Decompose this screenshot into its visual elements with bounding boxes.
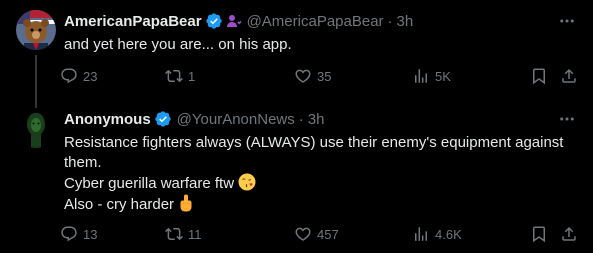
middle-finger-emoji-icon: [180, 194, 192, 212]
tweet-header: Anonymous @YourAnonNews · 3h: [64, 109, 324, 129]
tweet-text-line: them.: [64, 154, 102, 171]
action-bar: 23 1 35 5K: [60, 66, 582, 86]
author-handle[interactable]: @YourAnonNews: [177, 111, 295, 128]
share-upload-icon: [562, 68, 576, 83]
reply-button[interactable]: 23: [60, 66, 97, 86]
author-name[interactable]: Anonymous: [64, 111, 151, 128]
bar-chart-icon: [415, 69, 427, 83]
more-options-button[interactable]: [557, 11, 577, 31]
tweet-text-line: Also - cry harder: [64, 194, 573, 215]
timestamp[interactable]: 3h: [308, 111, 325, 128]
reply-button[interactable]: 13: [60, 224, 97, 244]
tweet-text-line: Resistance fighters always (ALWAYS) use …: [64, 134, 564, 151]
retweet-button[interactable]: 11: [165, 224, 202, 244]
retweet-count: 1: [188, 68, 196, 84]
share-button[interactable]: [560, 66, 578, 86]
tweet-text: Resistance fighters always (ALWAYS) use …: [64, 133, 573, 215]
like-count: 35: [317, 68, 332, 84]
like-button[interactable]: 35: [294, 66, 331, 86]
author-handle[interactable]: @AmericaPapaBear: [247, 13, 384, 30]
share-upload-icon: [562, 226, 576, 241]
tweet[interactable]: Anonymous @YourAnonNews · 3h Resistance …: [0, 100, 593, 253]
bookmark-icon: [533, 68, 545, 85]
heart-icon: [295, 69, 311, 83]
more-dots-icon: [560, 117, 574, 121]
reply-count: 23: [83, 68, 98, 84]
separator-dot: ·: [298, 110, 304, 128]
retweet-icon: [165, 69, 183, 83]
verified-badge-icon: [205, 13, 222, 29]
bookmark-button[interactable]: [530, 224, 548, 244]
reply-icon: [61, 226, 77, 242]
kiss-face-emoji-icon: [238, 173, 256, 191]
bookmark-button[interactable]: [530, 66, 548, 86]
more-dots-icon: [560, 19, 574, 23]
bar-chart-icon: [415, 227, 427, 241]
retweet-count: 11: [188, 226, 202, 242]
avatar[interactable]: [16, 10, 56, 50]
more-options-button[interactable]: [557, 109, 577, 129]
anonymous-mask-avatar-icon: [16, 108, 56, 148]
view-count: 5K: [435, 68, 451, 84]
verified-badge-icon: [154, 111, 171, 127]
reply-icon: [61, 68, 77, 84]
tweet-text-segment: Also - cry harder: [64, 196, 175, 213]
reply-count: 13: [83, 226, 98, 242]
heart-icon: [295, 227, 311, 241]
tweet-text-line: and yet here you are... on his app.: [64, 36, 292, 53]
tweet-text-line: Cyber guerilla warfare ftw: [64, 173, 573, 194]
share-button[interactable]: [560, 224, 578, 244]
tweet-header: AmericanPapaBear @AmericaPapaBear · 3h: [64, 11, 413, 31]
separator-dot: ·: [387, 12, 393, 30]
avatar[interactable]: [16, 108, 56, 148]
view-count: 4.6K: [435, 226, 462, 242]
bookmark-icon: [533, 226, 545, 243]
bear-avatar-icon: [16, 10, 56, 50]
like-count: 457: [317, 226, 339, 242]
retweet-button[interactable]: 1: [165, 66, 195, 86]
retweet-icon: [165, 227, 183, 241]
tweet[interactable]: AmericanPapaBear @AmericaPapaBear · 3h a…: [0, 0, 593, 108]
author-name[interactable]: AmericanPapaBear: [64, 13, 202, 30]
action-bar: 13 11 457 4.6K: [60, 224, 582, 244]
like-button[interactable]: 457: [294, 224, 339, 244]
views-button[interactable]: 4.6K: [412, 224, 462, 244]
views-button[interactable]: 5K: [412, 66, 451, 86]
timestamp[interactable]: 3h: [397, 13, 414, 30]
tweet-text: and yet here you are... on his app.: [64, 35, 573, 55]
affiliate-people-icon: [226, 15, 242, 27]
tweet-text-segment: Cyber guerilla warfare ftw: [64, 175, 235, 192]
